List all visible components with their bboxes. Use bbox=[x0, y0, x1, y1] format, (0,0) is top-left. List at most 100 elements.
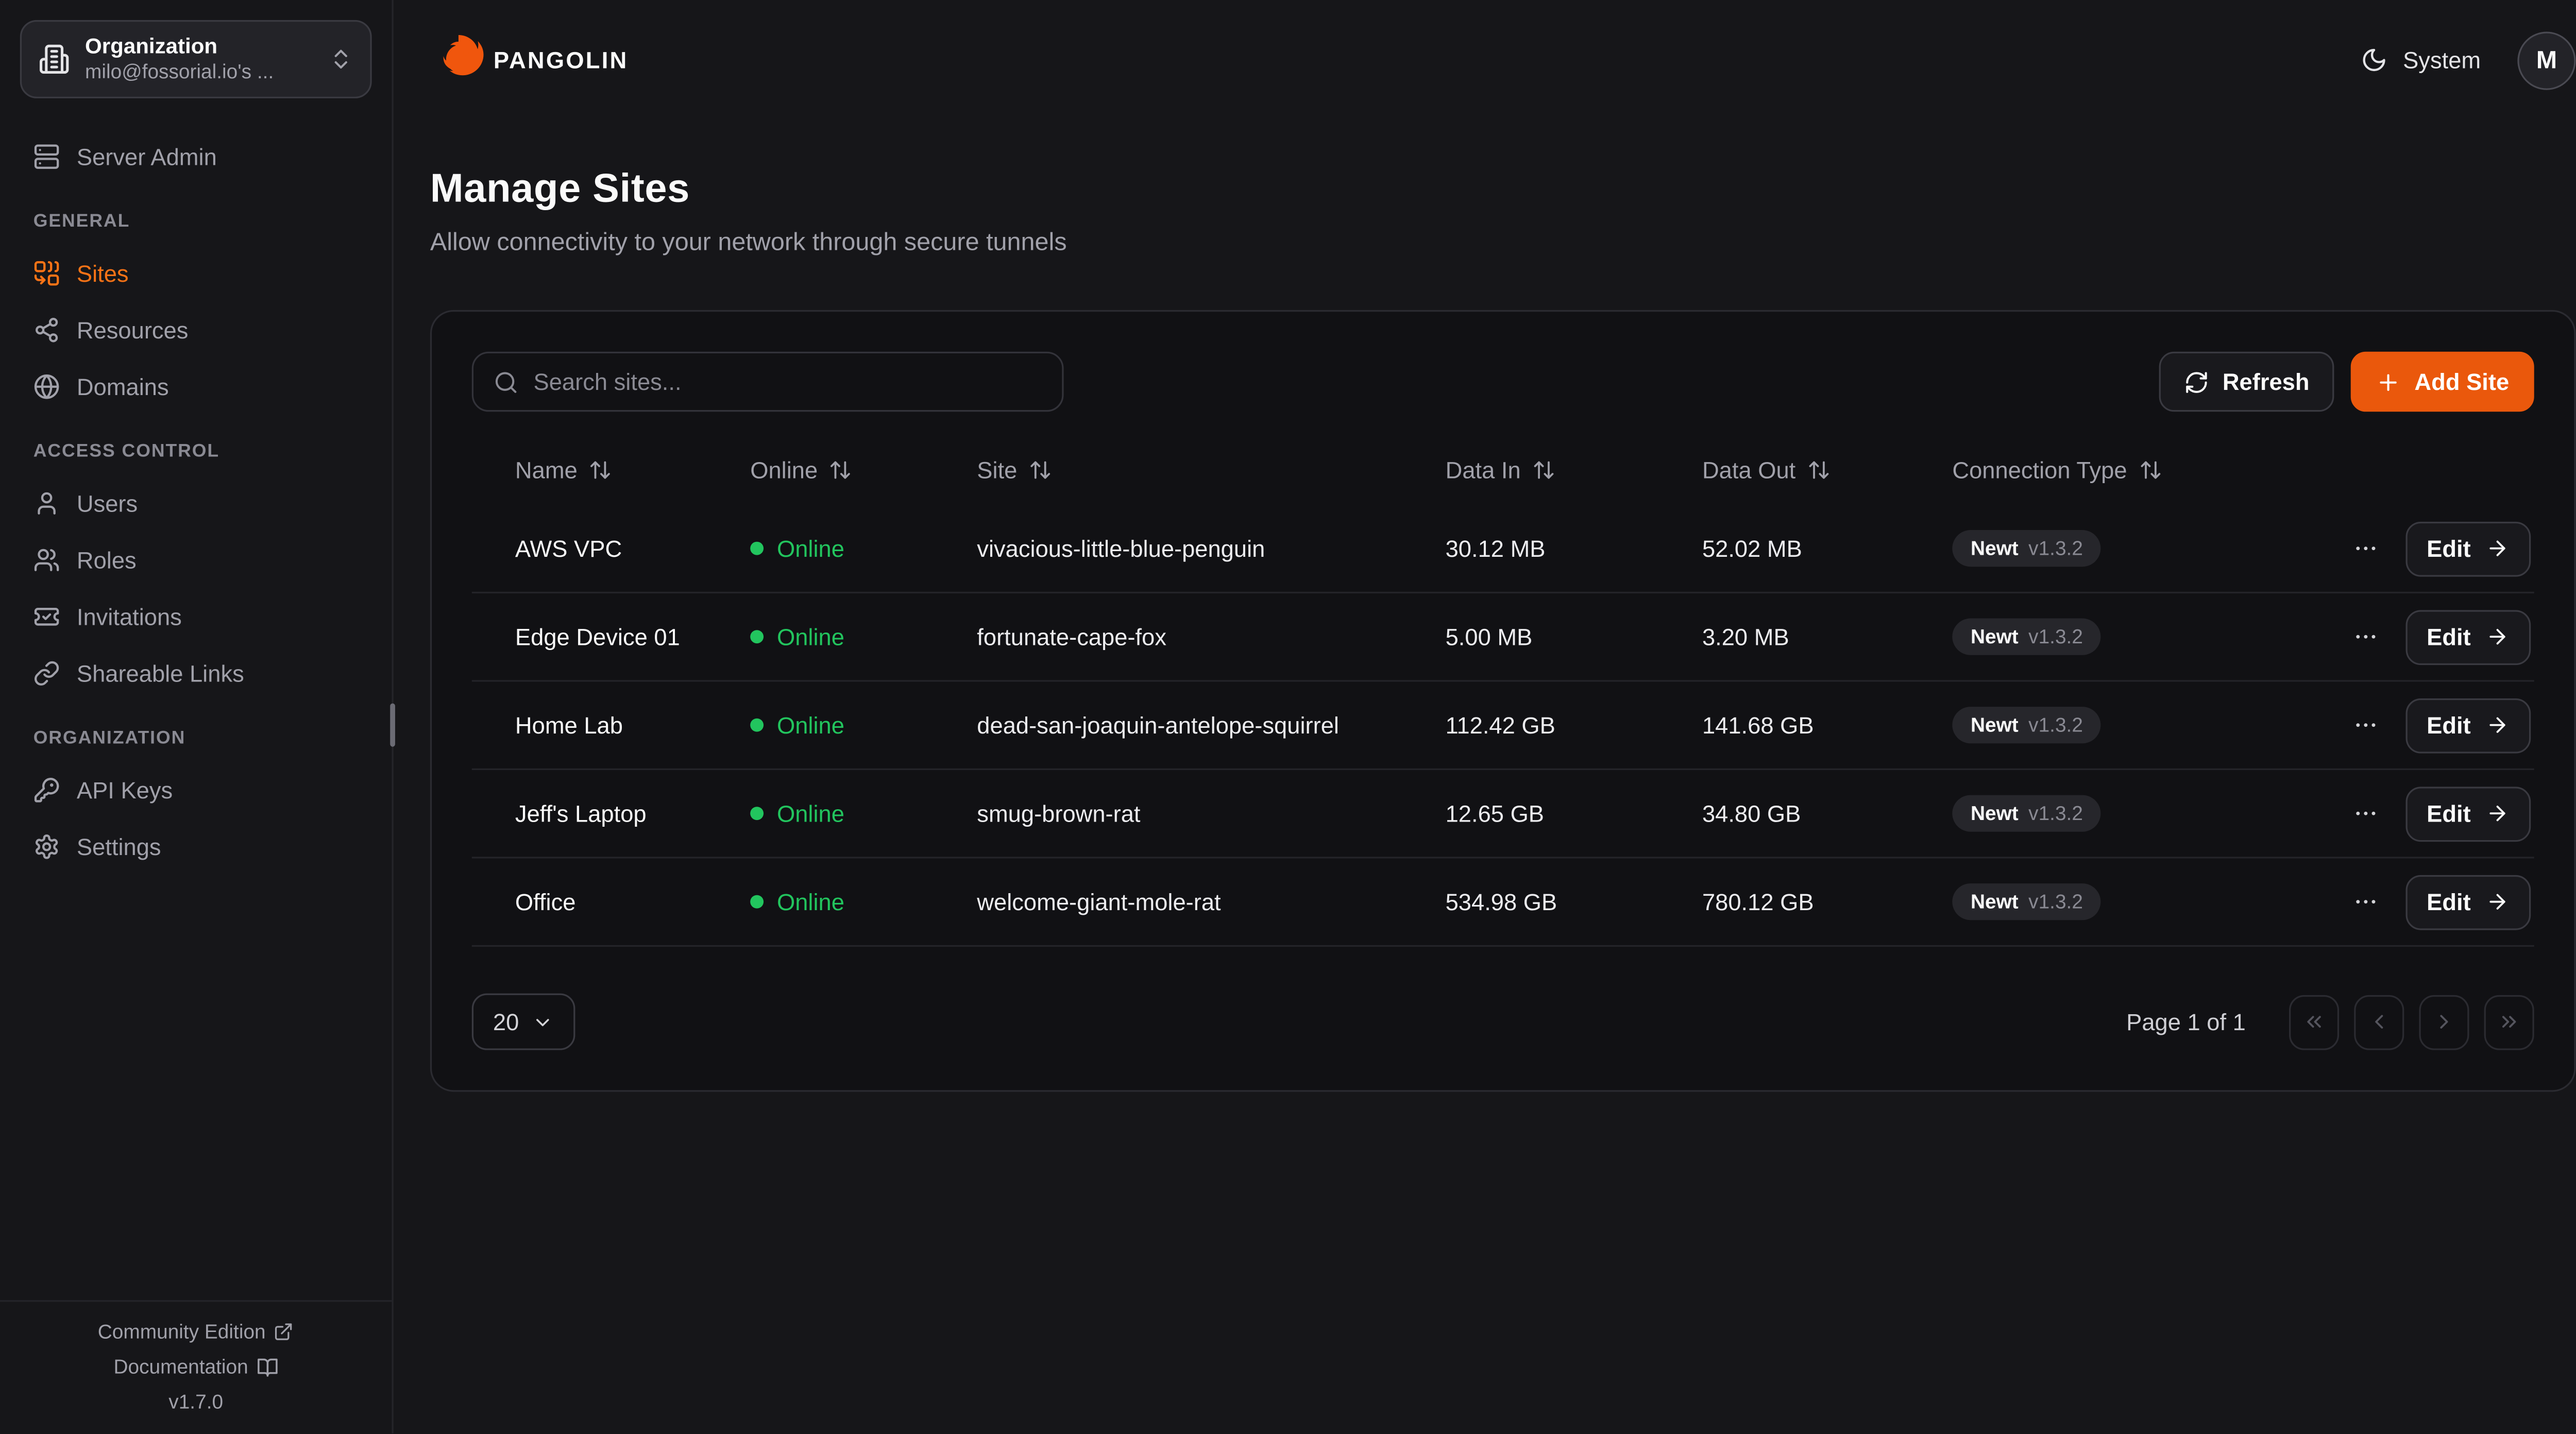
sidebar-item-label: Server Admin bbox=[77, 143, 217, 170]
edit-button[interactable]: Edit bbox=[2405, 697, 2531, 753]
data-in-cell: 12.65 GB bbox=[1446, 800, 1702, 827]
add-site-button[interactable]: Add Site bbox=[2351, 352, 2534, 412]
data-out-cell: 3.20 MB bbox=[1702, 623, 1952, 650]
documentation-link[interactable]: Documentation bbox=[114, 1355, 278, 1378]
sites-card: Refresh Add Site Name bbox=[430, 310, 2576, 1092]
data-out-cell: 780.12 GB bbox=[1702, 889, 1952, 915]
edit-button[interactable]: Edit bbox=[2405, 521, 2531, 576]
data-in-cell: 112.42 GB bbox=[1446, 712, 1702, 739]
sidebar-item-shareable-links[interactable]: Shareable Links bbox=[20, 648, 372, 698]
data-out-cell: 52.02 MB bbox=[1702, 535, 1952, 562]
row-menu-button[interactable] bbox=[2345, 878, 2385, 925]
refresh-icon bbox=[2184, 369, 2209, 395]
site-name-cell: Office bbox=[472, 889, 750, 915]
sidebar-item-domains[interactable]: Domains bbox=[20, 362, 372, 412]
next-page-button[interactable] bbox=[2419, 994, 2469, 1049]
column-header-data-out[interactable]: Data Out bbox=[1702, 457, 1952, 484]
section-label-organization: ORGANIZATION bbox=[33, 728, 359, 748]
arrow-right-icon bbox=[2486, 713, 2509, 737]
sidebar-item-resources[interactable]: Resources bbox=[20, 305, 372, 355]
online-dot-icon bbox=[750, 542, 764, 555]
sidebar-item-label: Settings bbox=[77, 833, 161, 860]
table-header: Name Online Site Data In bbox=[472, 435, 2534, 505]
row-menu-button[interactable] bbox=[2345, 702, 2385, 748]
connection-type-cell: Newt v1.3.2 bbox=[1952, 619, 2291, 655]
column-header-name[interactable]: Name bbox=[472, 457, 750, 484]
gear-icon bbox=[33, 833, 60, 860]
data-in-cell: 30.12 MB bbox=[1446, 535, 1702, 562]
connection-type-cell: Newt v1.3.2 bbox=[1952, 795, 2291, 832]
edit-label: Edit bbox=[2427, 623, 2471, 650]
online-dot-icon bbox=[750, 895, 764, 909]
first-page-button[interactable] bbox=[2289, 994, 2339, 1049]
site-status-cell: Online bbox=[750, 623, 977, 650]
data-out-cell: 34.80 GB bbox=[1702, 800, 1952, 827]
column-header-data-in[interactable]: Data In bbox=[1446, 457, 1702, 484]
row-menu-button[interactable] bbox=[2345, 613, 2385, 660]
org-texts: Organization milo@fossorial.io's ... bbox=[85, 33, 313, 85]
connection-type-badge: Newt v1.3.2 bbox=[1952, 530, 2101, 567]
edit-label: Edit bbox=[2427, 800, 2471, 827]
sidebar-resize-handle[interactable] bbox=[390, 704, 395, 747]
sidebar-item-label: Resources bbox=[77, 317, 189, 344]
edit-button[interactable]: Edit bbox=[2405, 786, 2531, 841]
section-label-general: GENERAL bbox=[33, 212, 359, 232]
sidebar-item-server-admin[interactable]: Server Admin bbox=[20, 132, 372, 182]
section-label-access-control: ACCESS CONTROL bbox=[33, 442, 359, 462]
edit-button[interactable]: Edit bbox=[2405, 874, 2531, 929]
ellipsis-icon bbox=[2352, 712, 2379, 739]
column-header-site[interactable]: Site bbox=[977, 457, 1445, 484]
connection-type-cell: Newt v1.3.2 bbox=[1952, 883, 2291, 920]
online-dot-icon bbox=[750, 719, 764, 732]
column-header-online[interactable]: Online bbox=[750, 457, 977, 484]
edit-button[interactable]: Edit bbox=[2405, 609, 2531, 664]
sidebar-item-invitations[interactable]: Invitations bbox=[20, 592, 372, 642]
column-header-connection-type[interactable]: Connection Type bbox=[1952, 457, 2291, 484]
page-content: Manage Sites Allow connectivity to your … bbox=[394, 120, 2576, 1433]
topbar-right: System M bbox=[2361, 31, 2575, 89]
sidebar-item-roles[interactable]: Roles bbox=[20, 535, 372, 585]
key-icon bbox=[33, 777, 60, 804]
connection-type-cell: Newt v1.3.2 bbox=[1952, 707, 2291, 743]
table-row: Office Online welcome-giant-mole-rat 534… bbox=[472, 859, 2534, 947]
connection-version: v1.3.2 bbox=[2028, 802, 2083, 825]
user-icon bbox=[33, 490, 60, 517]
community-edition-link[interactable]: Community Edition bbox=[98, 1320, 294, 1343]
sort-icon bbox=[1532, 458, 1555, 482]
org-selector[interactable]: Organization milo@fossorial.io's ... bbox=[20, 20, 372, 98]
site-tunnel-cell: smug-brown-rat bbox=[977, 800, 1445, 827]
online-dot-icon bbox=[750, 807, 764, 820]
sidebar-item-users[interactable]: Users bbox=[20, 479, 372, 528]
connection-type-badge: Newt v1.3.2 bbox=[1952, 883, 2101, 920]
page-size-select[interactable]: 20 bbox=[472, 994, 575, 1050]
sidebar-item-settings[interactable]: Settings bbox=[20, 822, 372, 872]
site-status-cell: Online bbox=[750, 712, 977, 739]
row-menu-button[interactable] bbox=[2345, 790, 2385, 837]
search-input[interactable] bbox=[534, 368, 1042, 395]
external-link-icon bbox=[274, 1322, 294, 1342]
refresh-button[interactable]: Refresh bbox=[2159, 352, 2334, 412]
topbar: PANGOLIN System M bbox=[394, 0, 2576, 120]
sort-icon bbox=[829, 458, 853, 482]
card-footer: 20 Page 1 of 1 bbox=[472, 994, 2534, 1050]
brand[interactable]: PANGOLIN bbox=[430, 31, 629, 88]
theme-toggle[interactable]: System bbox=[2361, 47, 2481, 74]
sidebar-item-sites[interactable]: Sites bbox=[20, 248, 372, 298]
online-status-label: Online bbox=[777, 535, 844, 562]
book-open-icon bbox=[257, 1356, 278, 1377]
users-icon bbox=[33, 547, 60, 573]
avatar[interactable]: M bbox=[2517, 31, 2575, 89]
page-title: Manage Sites bbox=[430, 167, 2576, 214]
row-menu-button[interactable] bbox=[2345, 525, 2385, 572]
last-page-button[interactable] bbox=[2484, 994, 2534, 1049]
sidebar-item-api-keys[interactable]: API Keys bbox=[20, 765, 372, 815]
previous-page-button[interactable] bbox=[2354, 994, 2404, 1049]
site-name-cell: Jeff's Laptop bbox=[472, 800, 750, 827]
ellipsis-icon bbox=[2352, 889, 2379, 915]
sidebar: Organization milo@fossorial.io's ... Ser… bbox=[0, 0, 394, 1433]
table-row: Edge Device 01 Online fortunate-cape-fox… bbox=[472, 593, 2534, 682]
brand-name: PANGOLIN bbox=[494, 47, 629, 74]
plus-icon bbox=[2376, 369, 2401, 395]
online-status-label: Online bbox=[777, 800, 844, 827]
connection-type-cell: Newt v1.3.2 bbox=[1952, 530, 2291, 567]
